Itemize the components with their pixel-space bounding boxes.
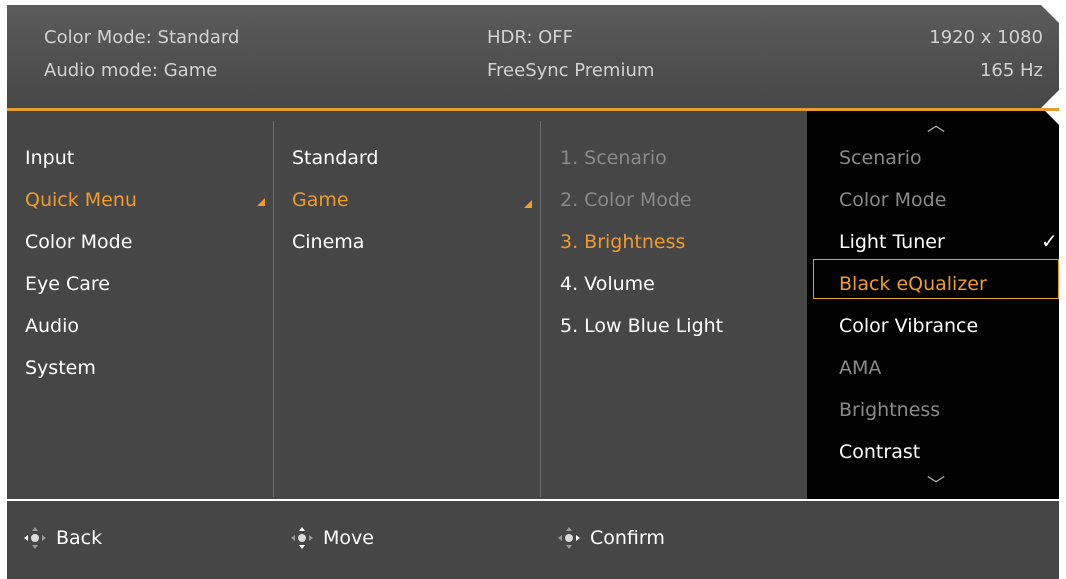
joystick-left-icon	[24, 527, 46, 549]
joystick-right-icon	[558, 527, 580, 549]
main-menu-item-audio[interactable]: Audio	[25, 315, 79, 337]
status-header: Color Mode: Standard Audio mode: Game HD…	[7, 5, 1059, 108]
option-item-color-vibrance[interactable]: Color Vibrance	[839, 315, 978, 337]
slot-item-1[interactable]: 1. Scenario	[560, 147, 667, 169]
main-menu-item-system[interactable]: System	[25, 357, 96, 379]
option-item-contrast[interactable]: Contrast	[839, 441, 920, 463]
menu-panel: Input Quick Menu Color Mode Eye Care Aud…	[7, 111, 1059, 499]
main-menu-item-input[interactable]: Input	[25, 147, 74, 169]
move-label: Move	[323, 527, 374, 549]
freesync-status: FreeSync Premium	[487, 60, 655, 81]
confirm-label: Confirm	[590, 527, 665, 549]
back-control[interactable]: Back	[24, 527, 102, 549]
header-accent-line	[7, 108, 1059, 111]
slot-item-4[interactable]: 4. Volume	[560, 273, 655, 295]
sub-menu-item-cinema[interactable]: Cinema	[292, 231, 364, 253]
sub-menu-column: Standard Game Cinema	[274, 111, 540, 499]
sub-menu-item-standard[interactable]: Standard	[292, 147, 378, 169]
refresh-rate-status: 165 Hz	[979, 60, 1043, 81]
main-menu-item-color-mode[interactable]: Color Mode	[25, 231, 132, 253]
joystick-updown-icon	[291, 527, 313, 549]
resolution-status: 1920 x 1080	[929, 27, 1043, 48]
slot-item-3[interactable]: 3. Brightness	[560, 231, 685, 253]
checkmark-icon: ✓	[1041, 229, 1058, 253]
slot-item-5[interactable]: 5. Low Blue Light	[560, 315, 723, 337]
chevron-up-icon[interactable]: ︿	[927, 111, 945, 137]
osd-menu: Color Mode: Standard Audio mode: Game HD…	[7, 5, 1059, 579]
option-item-color-mode[interactable]: Color Mode	[839, 189, 946, 211]
confirm-control[interactable]: Confirm	[558, 527, 665, 549]
chevron-down-icon[interactable]: ﹀	[927, 471, 945, 497]
back-label: Back	[56, 527, 103, 549]
slot-column: 1. Scenario 2. Color Mode 3. Brightness …	[541, 111, 807, 499]
active-marker-icon	[524, 200, 532, 208]
active-marker-icon	[257, 198, 265, 206]
main-menu-item-eye-care[interactable]: Eye Care	[25, 273, 110, 295]
color-mode-status: Color Mode: Standard	[44, 27, 240, 48]
main-menu-column: Input Quick Menu Color Mode Eye Care Aud…	[7, 111, 273, 499]
option-item-scenario[interactable]: Scenario	[839, 147, 922, 169]
footer-controls: Back Move Confirm	[7, 501, 1059, 579]
move-control[interactable]: Move	[291, 527, 374, 549]
main-menu-item-quick-menu[interactable]: Quick Menu	[25, 189, 137, 211]
slot-item-2[interactable]: 2. Color Mode	[560, 189, 692, 211]
option-item-light-tuner[interactable]: Light Tuner	[839, 231, 945, 253]
option-item-brightness[interactable]: Brightness	[839, 399, 940, 421]
hdr-status: HDR: OFF	[487, 27, 574, 48]
sub-menu-item-game[interactable]: Game	[292, 189, 349, 211]
option-item-black-equalizer[interactable]: Black eQualizer	[839, 273, 987, 295]
option-item-ama[interactable]: AMA	[839, 357, 881, 379]
options-column: ︿ Scenario Color Mode Light Tuner ✓ Blac…	[807, 111, 1059, 499]
audio-mode-status: Audio mode: Game	[44, 60, 218, 81]
